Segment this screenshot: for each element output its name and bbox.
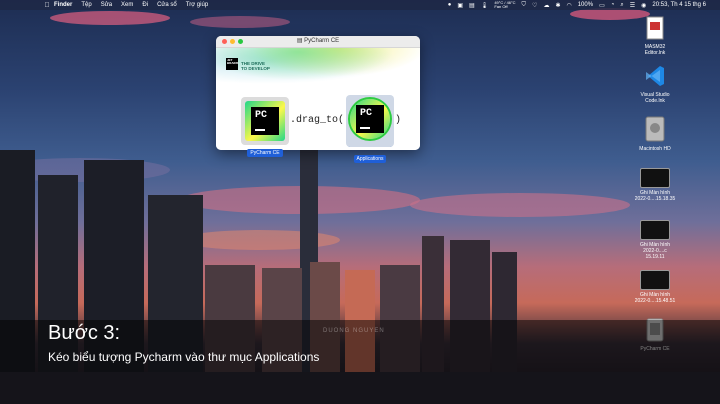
record-icon[interactable]: ● xyxy=(448,2,452,8)
step-instruction: Kéo biểu tượng Pycharm vào thư mục Appli… xyxy=(48,350,320,364)
battery-percent: 100% xyxy=(577,2,594,8)
zoom-button[interactable] xyxy=(238,39,243,44)
fan-readout: Fan Off xyxy=(494,4,508,9)
drag-to-text: .drag_to( xyxy=(290,115,345,126)
document-icon xyxy=(646,16,664,40)
hard-drive-icon xyxy=(645,116,665,142)
screenshot-icon xyxy=(640,220,670,240)
battery-icon[interactable]: ▭ xyxy=(599,2,605,9)
applications-label: Applications xyxy=(353,155,387,163)
vscode-icon xyxy=(646,66,664,86)
cpu-icon[interactable]: ▤ xyxy=(469,2,475,9)
step-title: Bước 3: xyxy=(48,322,121,344)
minimize-button[interactable] xyxy=(230,39,235,44)
applications-folder-icon[interactable]: PC PyCharm CE Applications xyxy=(345,95,395,165)
menu-item-edit[interactable]: Sửa xyxy=(101,2,112,8)
search-icon[interactable]: ⌕ xyxy=(620,2,623,9)
window-titlebar[interactable]: ▤ PyCharm CE xyxy=(216,36,420,48)
bluetooth-icon[interactable]: ✱ xyxy=(555,2,560,9)
tagline: THE DRIVE TO DEVELOP xyxy=(241,61,270,71)
pycharm-dragging-icon: PC xyxy=(350,99,390,139)
drag-close-paren: ) xyxy=(395,115,402,126)
screen-icon[interactable]: ▣ xyxy=(457,2,463,9)
pycharm-logo-icon: PC xyxy=(245,101,285,141)
desktop-item-macintosh-hd[interactable]: Macintosh HD xyxy=(633,116,677,152)
temperature-icon[interactable]: 🌡 xyxy=(481,2,489,9)
menu-clock[interactable]: 20:53, Th 4 15 thg 6 xyxy=(652,2,706,8)
screenshot-icon xyxy=(640,270,670,290)
control-center-icon[interactable]: ☰ xyxy=(630,2,635,9)
menu-item-view[interactable]: Xem xyxy=(121,2,133,8)
desktop-item-masm32[interactable]: MASM32 Editor.lnk xyxy=(633,16,677,56)
jetbrains-logo: JET BRAINS xyxy=(226,58,239,70)
window-title: PyCharm CE xyxy=(304,38,340,44)
menu-app-name[interactable]: Finder xyxy=(54,2,72,8)
menu-bar:  Finder Tệp Sửa Xem Đi Cửa sổ Trợ giúp … xyxy=(0,0,720,10)
pycharm-app-icon[interactable]: PC PyCharm CE xyxy=(240,97,290,159)
menu-item-go[interactable]: Đi xyxy=(142,2,148,8)
apple-menu-icon[interactable]:  xyxy=(40,2,54,9)
close-button[interactable] xyxy=(222,39,227,44)
wifi-icon[interactable]: ◔ xyxy=(611,2,615,8)
siri-icon[interactable]: ◉ xyxy=(641,2,646,9)
menu-item-help[interactable]: Trợ giúp xyxy=(186,2,208,8)
desktop-item-recording-1[interactable]: Ghi Màn hình 2022-0....15.18.35 xyxy=(633,168,677,202)
menu-item-window[interactable]: Cửa sổ xyxy=(157,2,177,8)
desktop-item-recording-3[interactable]: Ghi Màn hình 2022-0....15.48.51 xyxy=(633,270,677,304)
menu-item-file[interactable]: Tệp xyxy=(81,2,91,8)
status-area: ● ▣ ▤ 🌡 49°C / 46°C Fan Off ⛉ ♡ ☁ ✱ ◠ 10… xyxy=(448,0,706,10)
desktop-item-vscode[interactable]: Visual Studio Code.lnk xyxy=(633,64,677,104)
cloud-icon[interactable]: ☁ xyxy=(543,2,549,9)
headphones-icon[interactable]: ◠ xyxy=(566,2,571,9)
shield-icon[interactable]: ⛉ xyxy=(522,2,527,9)
watermark: DUONG NGUYEN xyxy=(323,328,385,334)
screenshot-icon xyxy=(640,168,670,188)
pycharm-app-label: PyCharm CE xyxy=(247,149,283,157)
heart-icon[interactable]: ♡ xyxy=(532,2,537,9)
desktop-item-recording-2[interactable]: Ghi Màn hình 2022-0....c 15.19.11 xyxy=(633,220,677,260)
